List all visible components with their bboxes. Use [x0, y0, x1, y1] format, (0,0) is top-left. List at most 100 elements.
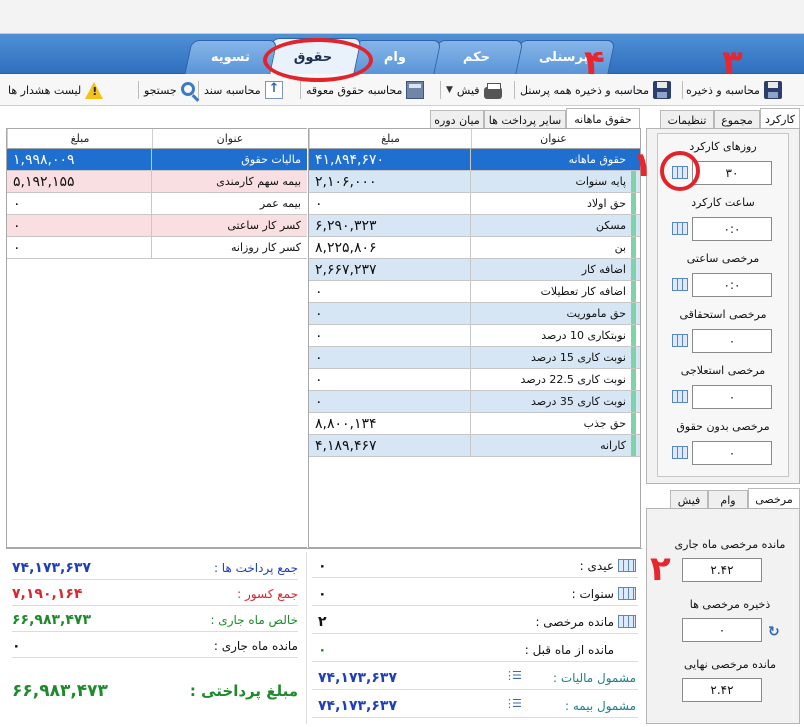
tab-leave-slip[interactable]: فیش	[670, 490, 708, 510]
table-row[interactable]: ۲,۱۰۶,۰۰۰ پایه سنوات	[309, 171, 640, 193]
summary-label: جمع کسور :	[237, 586, 298, 601]
tab-settlement-label: تسویه	[211, 50, 251, 65]
slip-dropdown-button[interactable]: ▼ فیش	[446, 80, 502, 100]
row-gutter	[631, 259, 636, 280]
work-field-label: ساعت کارکرد	[691, 196, 755, 209]
summary-row: ۷۴,۱۷۳,۶۳۷ جمع پرداخت ها :	[12, 556, 298, 580]
title-cell: مسکن	[595, 219, 626, 232]
column-header-title: عنوان	[152, 129, 307, 148]
calendar-grid-icon[interactable]	[672, 390, 688, 403]
calc-save-button[interactable]: محاسبه و ذخیره	[686, 80, 782, 100]
tab-leave-loan[interactable]: وام	[708, 490, 748, 510]
work-field-input[interactable]: ۰:۰	[692, 273, 772, 297]
summary-label: مانده ماه جاری :	[213, 638, 298, 653]
window-title-strip	[0, 0, 804, 34]
table-row[interactable]: ۰ اضافه کار تعطیلات	[309, 281, 640, 303]
work-field-input[interactable]: ۳۰	[692, 161, 772, 185]
amount-cell: ۲,۶۶۷,۲۳۷	[309, 259, 471, 280]
tab-other-payments[interactable]: سایر پرداخت ها	[484, 110, 566, 130]
monthly-salary-grid[interactable]: مبلغ عنوان ۴۱,۸۹۴,۶۷۰ حقوق ماهانه ۲,۱۰۶,۰۰…	[308, 128, 641, 548]
calendar-grid-icon[interactable]	[672, 278, 688, 291]
summary-label: مشمول مالیات :	[553, 670, 636, 685]
table-row[interactable]: ۱,۹۹۸,۰۰۹ مالیات حقوق	[7, 149, 307, 171]
tab-total-label: مجموع	[721, 114, 753, 127]
row-gutter	[631, 413, 636, 434]
row-gutter	[631, 303, 636, 324]
summary-value: ۰	[318, 641, 327, 658]
tab-work[interactable]: کارکرد	[760, 108, 800, 130]
table-row[interactable]: ۰ بیمه عمر	[7, 193, 307, 215]
table-row[interactable]: ۰ نوبت کاری 15 درصد	[309, 347, 640, 369]
search-icon	[180, 82, 195, 96]
work-field-label: مرخصی ساعتی	[686, 252, 760, 265]
tab-order[interactable]: حکم	[430, 40, 524, 74]
calendar-grid-icon[interactable]	[672, 334, 688, 347]
tab-settings[interactable]: تنظیمات	[660, 110, 714, 130]
table-row[interactable]: ۶,۲۹۰,۳۲۳ مسکن	[309, 215, 640, 237]
tab-mid-period[interactable]: میان دوره	[430, 110, 484, 130]
annotation-number-3: ۳	[722, 43, 743, 83]
leave-field-input[interactable]: ۰	[682, 618, 762, 642]
annotation-number-2: ۲	[650, 549, 671, 589]
toolbar-divider	[514, 81, 515, 99]
table-row[interactable]: ۸,۲۲۵,۸۰۶ بن	[309, 237, 640, 259]
amount-cell: ۰	[309, 369, 471, 390]
amount-cell: ۰	[309, 193, 471, 214]
table-row[interactable]: ۸,۸۰۰,۱۳۴ حق جذب	[309, 413, 640, 435]
title-cell: حق جذب	[583, 417, 626, 430]
title-cell: پایه سنوات	[575, 175, 627, 188]
tab-leave[interactable]: مرخصی	[748, 488, 800, 510]
calc-save-all-button[interactable]: محاسبه و ذخیره همه پرسنل	[520, 80, 671, 100]
calendar-grid-icon[interactable]	[672, 222, 688, 235]
summary-value: ۷۴,۱۷۳,۶۳۷	[318, 669, 397, 686]
calc-doc-button[interactable]: محاسبه سند	[204, 80, 283, 100]
warning-icon	[85, 81, 104, 99]
summary-label: جمع پرداخت ها :	[213, 560, 298, 575]
tab-monthly-salary[interactable]: حقوق ماهانه	[566, 108, 640, 130]
table-row[interactable]: ۴,۱۸۹,۴۶۷ کارانه	[309, 435, 640, 457]
work-field-input[interactable]: ۰	[692, 329, 772, 353]
table-row[interactable]: ۰ نوبت کاری 35 درصد	[309, 391, 640, 413]
amount-cell: ۰	[7, 215, 152, 236]
calculator-icon	[406, 81, 425, 99]
row-gutter	[631, 347, 636, 368]
summary-row: ۷۴,۱۷۳,۶۳۷ مشمول بیمه :	[312, 694, 638, 718]
calendar-grid-icon[interactable]	[672, 446, 688, 459]
work-field-label: مرخصی بدون حقوق	[676, 420, 770, 433]
tab-monthly-salary-label: حقوق ماهانه	[574, 113, 632, 126]
title-cell: اضافه کار تعطیلات	[540, 285, 626, 298]
tab-total[interactable]: مجموع	[714, 110, 760, 130]
table-row[interactable]: ۴۱,۸۹۴,۶۷۰ حقوق ماهانه	[309, 149, 640, 171]
table-row[interactable]: ۰ کسر کار روزانه	[7, 237, 307, 259]
work-field-input[interactable]: ۰	[692, 385, 772, 409]
table-row[interactable]: ۰ حق ماموریت	[309, 303, 640, 325]
refresh-icon[interactable]: ↻	[768, 624, 780, 640]
table-row[interactable]: ۰ نوبت کاری 22.5 درصد	[309, 369, 640, 391]
table-row[interactable]: ۰ کسر کار ساعتی	[7, 215, 307, 237]
deductions-grid[interactable]: مبلغ عنوان ۱,۹۹۸,۰۰۹ مالیات حقوق ۵,۱۹۲,۱۵۵…	[6, 128, 307, 548]
calc-pending-salary-button[interactable]: محاسبه حقوق معوقه	[306, 80, 425, 100]
amount-cell: ۸,۲۲۵,۸۰۶	[309, 237, 471, 258]
column-header-amount: مبلغ	[309, 129, 471, 148]
title-cell: اضافه کار	[581, 263, 626, 276]
search-button[interactable]: جستجو	[144, 80, 195, 100]
leave-field-input[interactable]: ۲.۴۲	[682, 558, 762, 582]
table-row[interactable]: ۲,۶۶۷,۲۳۷ اضافه کار	[309, 259, 640, 281]
work-field-input[interactable]: ۰:۰	[692, 217, 772, 241]
leave-field-label: ذخیره مرخصی ها	[689, 598, 771, 611]
summary-label: خالص ماه جاری :	[210, 612, 298, 627]
save-icon	[763, 81, 782, 99]
summary-row: ۰ مانده ماه جاری :	[12, 634, 298, 658]
table-row[interactable]: ۰ نوبتکاری 10 درصد	[309, 325, 640, 347]
row-gutter	[631, 325, 636, 346]
alert-list-button[interactable]: لیست هشدار ها	[8, 80, 104, 100]
summary-row: ۷,۱۹۰,۱۶۴ جمع کسور :	[12, 582, 298, 606]
work-field-input[interactable]: ۰	[692, 441, 772, 465]
leave-field-input[interactable]: ۲.۴۲	[682, 678, 762, 702]
summary-label: مانده مرخصی :	[535, 614, 614, 629]
tab-other-payments-label: سایر پرداخت ها	[488, 114, 562, 127]
tab-leave-loan-label: وام	[720, 494, 736, 507]
table-row[interactable]: ۵,۱۹۲,۱۵۵ بیمه سهم کارمندی	[7, 171, 307, 193]
amount-cell: ۶,۲۹۰,۳۲۳	[309, 215, 471, 236]
table-row[interactable]: ۰ حق اولاد	[309, 193, 640, 215]
